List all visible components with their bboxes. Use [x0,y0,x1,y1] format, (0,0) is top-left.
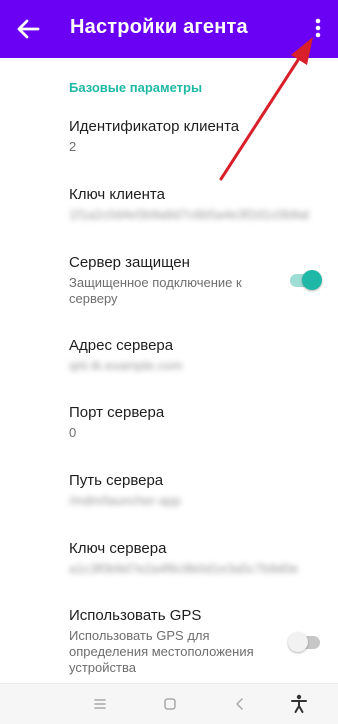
pref-title: Ключ клиента [69,186,165,203]
pref-summary: Защищенное подключение к серверу [69,275,242,306]
preferences-list[interactable]: Базовые параметры Идентификатор клиента … [0,58,338,683]
section-header-basic: Базовые параметры [69,80,203,95]
back-icon [236,698,243,710]
pref-summary: Использовать GPS для определения местопо… [69,628,254,675]
nav-back-button[interactable] [228,692,252,716]
menu-icon [94,699,106,709]
pref-title: Адрес сервера [69,337,174,354]
pref-client-key[interactable]: Ключ клиента 1f1a2c0d4e5b9a8d7c6b5a4e3f2… [69,186,319,223]
arrow-left-icon [17,19,40,39]
pref-title: Использовать GPS [69,607,202,624]
pref-client-id[interactable]: Идентификатор клиента 2 [69,118,319,155]
switch-thumb [302,270,322,290]
pref-server-port[interactable]: Порт сервера 0 [69,404,319,441]
more-vert-icon [315,18,321,38]
accessibility-icon [291,694,307,713]
use-gps-switch[interactable] [288,632,322,652]
switch-thumb [288,632,308,652]
pref-server-path[interactable]: Путь сервера /mdm/launcher-app [69,472,319,509]
pref-value-redacted: a1c3f0b9d7e2a4f6c8b0d1e3a5c7b9d0e2f4a6c8 [69,561,299,576]
pref-secure-server[interactable]: Сервер защищен Защищенное подключение к … [69,254,279,307]
home-icon [164,698,176,710]
pref-value-redacted: /mdm/launcher-app [69,493,181,508]
pref-server-address[interactable]: Адрес сервера qrtr.tk.example.com [69,337,319,374]
pref-title: Сервер защищен [69,254,190,271]
pref-value: 0 [69,425,77,440]
pref-use-gps[interactable]: Использовать GPS Использовать GPS для оп… [69,607,274,676]
pref-value: 2 [69,139,77,154]
pref-title: Путь сервера [69,472,164,489]
pref-value-redacted: 1f1a2c0d4e5b9a8d7c6b5a4e3f2d1c0b9a8e7d6c [69,207,309,222]
pref-title: Идентификатор клиента [69,118,240,135]
nav-accessibility-button[interactable] [287,692,311,716]
secure-server-switch[interactable] [288,270,322,290]
app-bar: Настройки агента [0,0,338,58]
nav-home-button[interactable] [158,692,182,716]
more-options-button[interactable] [309,15,327,43]
system-nav-bar [0,683,338,724]
nav-menu-button[interactable] [88,692,112,716]
back-button[interactable] [14,16,42,42]
page-title: Настройки агента [70,16,248,38]
pref-server-key[interactable]: Ключ сервера a1c3f0b9d7e2a4f6c8b0d1e3a5c… [69,540,319,577]
pref-title: Ключ сервера [69,540,167,557]
pref-value-redacted: qrtr.tk.example.com [69,358,183,373]
pref-title: Порт сервера [69,404,165,421]
